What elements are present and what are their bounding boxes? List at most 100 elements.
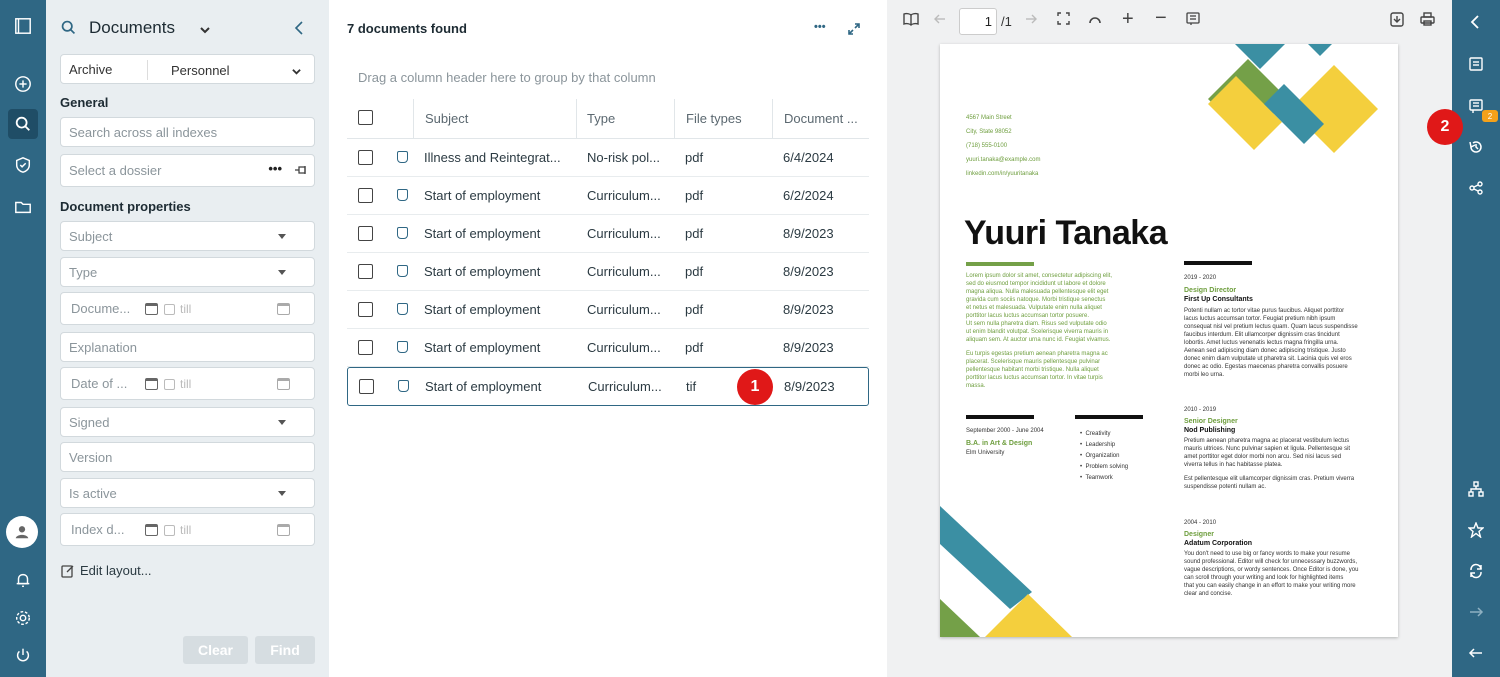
date-of-range[interactable]: Date of ... till — [60, 367, 315, 400]
column-header-subject[interactable]: Subject — [425, 111, 468, 126]
more-icon[interactable]: ••• — [268, 161, 282, 176]
document-viewer: 1 /1 + − 4567 Main StreetCity, State 98 — [887, 0, 1452, 677]
row-checkbox[interactable] — [358, 264, 373, 279]
row-checkbox[interactable] — [359, 379, 374, 394]
clear-button[interactable]: Clear — [183, 636, 248, 664]
rotate-icon[interactable] — [1088, 12, 1102, 30]
zoom-out-icon[interactable]: − — [1155, 7, 1167, 30]
range-checkbox[interactable] — [164, 525, 175, 536]
row-file-type: pdf — [685, 264, 704, 279]
signed-select[interactable]: Signed — [60, 407, 315, 437]
share-icon[interactable] — [1467, 179, 1485, 197]
document-date-range[interactable]: Docume... till — [60, 292, 315, 325]
arrow-left-icon[interactable] — [934, 12, 946, 30]
table-row[interactable]: Start of employment Curriculum... pdf 8/… — [347, 291, 869, 329]
shield-icon[interactable] — [8, 150, 38, 180]
edu-date: September 2000 - June 2004 — [966, 428, 1044, 434]
power-icon[interactable] — [8, 640, 38, 670]
document-icon — [397, 227, 408, 239]
type-select[interactable]: Type — [60, 257, 315, 287]
row-type: Curriculum... — [587, 226, 661, 241]
row-checkbox[interactable] — [358, 150, 373, 165]
table-row[interactable]: Start of employment Curriculum... pdf 8/… — [347, 215, 869, 253]
table-row[interactable]: Start of employment Curriculum... pdf 8/… — [347, 253, 869, 291]
expand-icon[interactable] — [847, 22, 861, 39]
job-company: Adatum Corporation — [1184, 540, 1253, 547]
calendar-icon[interactable] — [145, 378, 158, 390]
table-row[interactable]: Start of employment Curriculum... pdf 6/… — [347, 177, 869, 215]
zoom-in-icon[interactable]: + — [1122, 8, 1134, 31]
document-date-label: Docume... — [71, 301, 131, 316]
arrow-right-icon[interactable] — [1467, 603, 1485, 621]
table-row[interactable]: Illness and Reintegrat... No-risk pol...… — [347, 139, 869, 177]
star-icon[interactable] — [1467, 521, 1485, 539]
collapse-panel-icon[interactable] — [294, 21, 304, 38]
download-icon[interactable] — [1390, 12, 1404, 32]
calendar-icon[interactable] — [277, 378, 290, 390]
search-nav-icon[interactable] — [8, 109, 38, 139]
row-file-type: pdf — [685, 188, 704, 203]
column-header-file-types[interactable]: File types — [686, 111, 742, 126]
row-checkbox[interactable] — [358, 226, 373, 241]
dossier-field[interactable]: Select a dossier ••• — [60, 154, 315, 187]
edit-icon[interactable] — [61, 564, 75, 581]
explanation-input[interactable]: Explanation — [60, 332, 315, 362]
bell-icon[interactable] — [8, 565, 38, 595]
job-title: Design Director — [1184, 287, 1237, 294]
arrow-left-icon[interactable] — [1467, 644, 1485, 662]
app-logo-icon[interactable] — [8, 11, 38, 41]
add-icon[interactable] — [8, 69, 38, 99]
print-icon[interactable] — [1420, 12, 1435, 31]
column-header-document-date[interactable]: Document ... — [784, 111, 858, 126]
hierarchy-icon[interactable] — [1467, 480, 1485, 498]
archive-value: Personnel — [171, 63, 230, 78]
document-properties-heading: Document properties — [60, 199, 191, 214]
more-icon[interactable]: ••• — [814, 21, 826, 33]
row-checkbox[interactable] — [358, 302, 373, 317]
resume-contact: 4567 Main Street City, State 98052 (718) 5… — [966, 115, 1041, 177]
search-input[interactable]: Search across all indexes — [60, 117, 315, 147]
archive-select[interactable]: Archive Personnel — [60, 54, 315, 84]
is-active-select[interactable]: Is active — [60, 478, 315, 508]
resume-page: 4567 Main Street City, State 98052 (718) 5… — [940, 44, 1398, 637]
find-button[interactable]: Find — [255, 636, 315, 664]
range-checkbox[interactable] — [164, 379, 175, 390]
row-checkbox[interactable] — [358, 188, 373, 203]
refresh-icon[interactable] — [1467, 562, 1485, 580]
index-date-range[interactable]: Index d... till — [60, 513, 315, 546]
arrow-right-icon[interactable] — [1025, 12, 1037, 30]
table-row-selected[interactable]: Start of employment Curriculum... tif 8/… — [347, 367, 869, 406]
annotation-icon[interactable] — [1186, 12, 1200, 31]
till-label: till — [180, 523, 192, 537]
chevron-left-icon[interactable] — [1467, 13, 1485, 31]
version-input[interactable]: Version — [60, 442, 315, 472]
group-by-hint: Drag a column header here to group by th… — [358, 70, 656, 85]
subject-select[interactable]: Subject — [60, 221, 315, 251]
calendar-icon[interactable] — [277, 303, 290, 315]
search-icon — [60, 19, 77, 39]
row-checkbox[interactable] — [358, 340, 373, 355]
chevron-down-icon[interactable] — [199, 22, 211, 38]
general-heading: General — [60, 95, 109, 110]
history-icon[interactable] — [1467, 138, 1485, 156]
gear-icon[interactable] — [8, 603, 38, 633]
document-details-icon[interactable] — [1467, 55, 1485, 73]
avatar[interactable] — [6, 516, 38, 548]
calendar-icon[interactable] — [145, 524, 158, 536]
column-header-type[interactable]: Type — [587, 111, 615, 126]
fit-page-icon[interactable] — [1057, 12, 1070, 30]
range-checkbox[interactable] — [164, 304, 175, 315]
document-icon — [397, 341, 408, 353]
archive-label: Archive — [69, 61, 113, 77]
page-number-input[interactable]: 1 — [959, 8, 997, 35]
calendar-icon[interactable] — [145, 303, 158, 315]
table-row[interactable]: Start of employment Curriculum... pdf 8/… — [347, 329, 869, 367]
select-all-checkbox[interactable] — [358, 110, 373, 125]
book-icon[interactable] — [903, 12, 919, 31]
pin-icon[interactable] — [294, 163, 308, 180]
edit-layout-link[interactable]: Edit layout... — [80, 563, 152, 578]
calendar-icon[interactable] — [277, 524, 290, 536]
folder-icon[interactable] — [8, 192, 38, 222]
caret-down-icon — [278, 234, 286, 239]
row-subject: Start of employment — [425, 379, 542, 394]
